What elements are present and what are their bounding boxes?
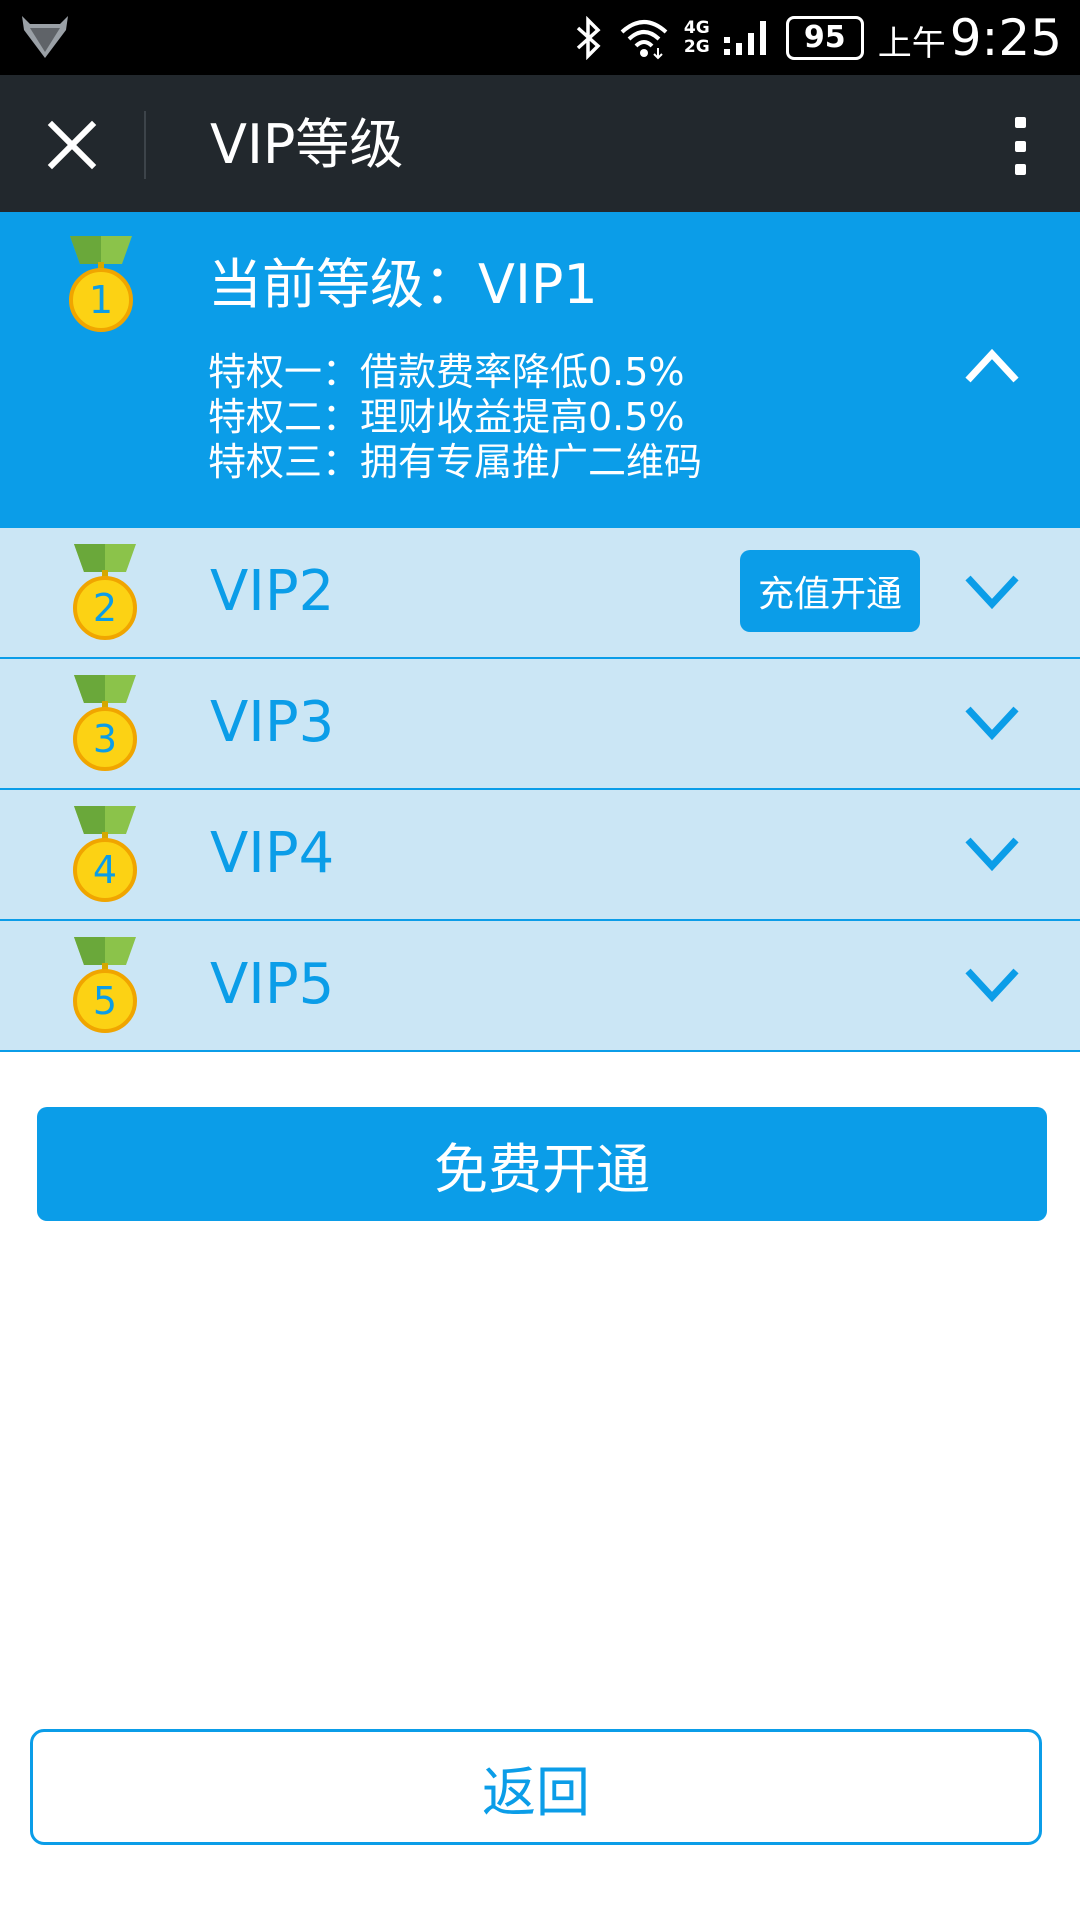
vip-level-row[interactable]: 5 VIP5 bbox=[0, 921, 1080, 1052]
medal-icon: 3 bbox=[70, 675, 140, 775]
clock-am-pm: 上午 bbox=[877, 23, 946, 64]
close-button[interactable] bbox=[30, 103, 114, 187]
clock-time: 9:25 bbox=[949, 8, 1062, 67]
title-bar: VIP等级 bbox=[0, 75, 1080, 212]
more-dot bbox=[1014, 140, 1026, 152]
network-2g-label: 2G bbox=[683, 36, 710, 57]
privilege-item: 特权三：拥有专属推广二维码 bbox=[208, 440, 703, 484]
privilege-item: 特权一：借款费率降低0.5% bbox=[208, 350, 685, 394]
more-options-button[interactable] bbox=[1000, 111, 1040, 181]
medal-icon: 5 bbox=[70, 937, 140, 1037]
chevron-down-icon[interactable] bbox=[964, 705, 1020, 745]
status-bar: 4G 2G 95 上午 9:25 bbox=[0, 0, 1080, 75]
medal-icon: 4 bbox=[70, 806, 140, 906]
signal-icon bbox=[723, 15, 772, 61]
vip-level-row[interactable]: 4 VIP4 bbox=[0, 790, 1080, 921]
vip-level-label: VIP5 bbox=[210, 952, 335, 1017]
bluetooth-icon bbox=[572, 15, 604, 60]
chevron-up-icon[interactable] bbox=[964, 344, 1020, 384]
free-activate-button[interactable]: 免费开通 bbox=[37, 1107, 1047, 1221]
vip-level-label: VIP3 bbox=[210, 690, 335, 755]
network-type-label: 4G 2G bbox=[683, 17, 710, 57]
privilege-item: 特权二：理财收益提高0.5% bbox=[208, 395, 685, 439]
title-divider bbox=[144, 111, 146, 179]
battery-indicator: 95 bbox=[785, 15, 864, 60]
medal-number: 4 bbox=[92, 848, 118, 892]
medal-number: 1 bbox=[88, 278, 114, 322]
clock: 上午 9:25 bbox=[878, 9, 1062, 67]
privilege-list: 特权一：借款费率降低0.5% 特权二：理财收益提高0.5% 特权三：拥有专属推广… bbox=[208, 350, 702, 485]
wifi-icon bbox=[618, 16, 670, 60]
vip-level-label: VIP2 bbox=[210, 559, 335, 624]
chevron-down-icon[interactable] bbox=[964, 836, 1020, 876]
back-button[interactable]: 返回 bbox=[30, 1729, 1042, 1845]
current-level-title: 当前等级：VIP1 bbox=[208, 253, 598, 316]
vip-level-label: VIP4 bbox=[210, 821, 335, 886]
medal-icon: 2 bbox=[70, 544, 140, 644]
shield-app-icon bbox=[16, 10, 74, 65]
vip-level-row[interactable]: 3 VIP3 bbox=[0, 659, 1080, 790]
recharge-activate-button[interactable]: 充值开通 bbox=[740, 550, 920, 632]
more-dot bbox=[1014, 164, 1026, 175]
medal-number: 3 bbox=[92, 717, 118, 761]
close-icon bbox=[47, 120, 97, 170]
page-title: VIP等级 bbox=[210, 113, 404, 176]
current-level-panel[interactable]: 1 当前等级：VIP1 特权一：借款费率降低0.5% 特权二：理财收益提高0.5… bbox=[0, 212, 1080, 528]
network-4g-label: 4G bbox=[683, 17, 710, 38]
chevron-down-icon[interactable] bbox=[964, 967, 1020, 1007]
chevron-down-icon[interactable] bbox=[964, 574, 1020, 614]
more-dot bbox=[1014, 117, 1026, 128]
medal-number: 5 bbox=[92, 979, 118, 1023]
medal-number: 2 bbox=[92, 586, 118, 630]
vip-level-row[interactable]: 2 VIP2 充值开通 bbox=[0, 528, 1080, 659]
medal-icon: 1 bbox=[66, 236, 136, 336]
